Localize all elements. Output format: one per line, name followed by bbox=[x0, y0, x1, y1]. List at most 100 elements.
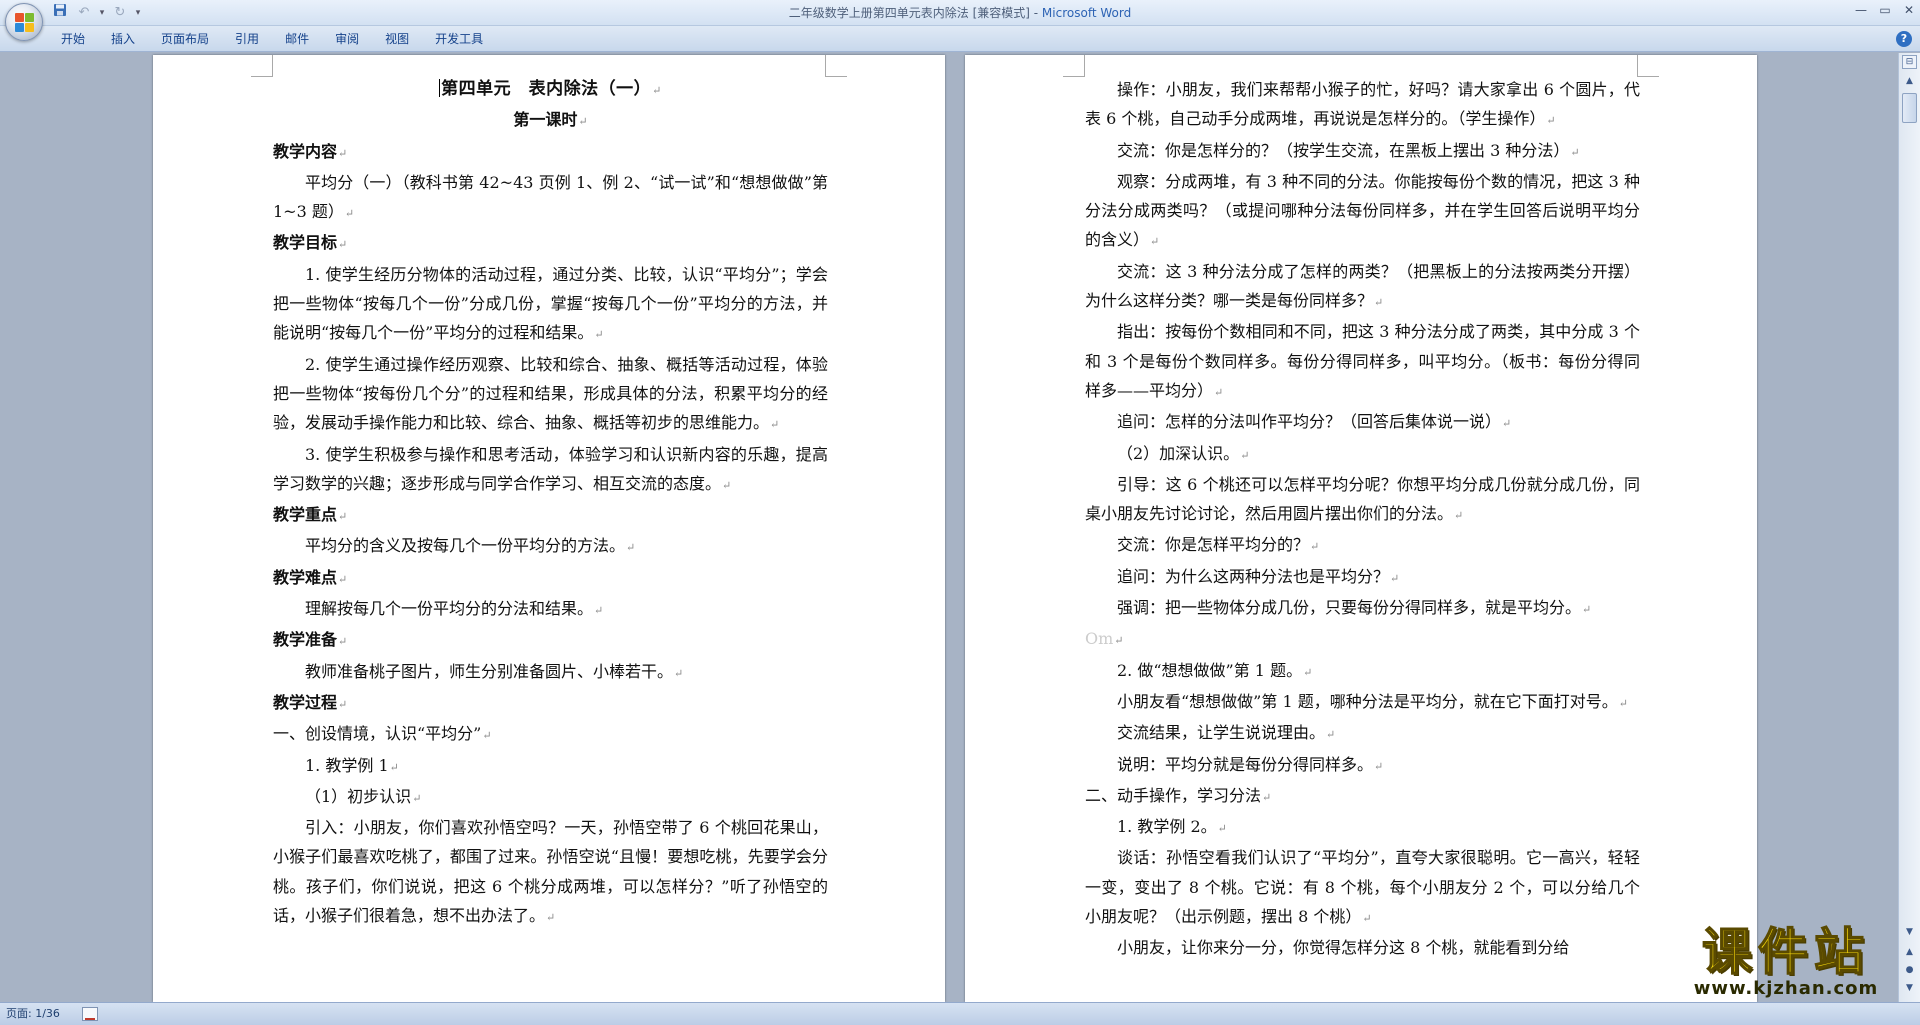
close-button[interactable]: ✕ bbox=[1902, 2, 1916, 18]
customize-qat-icon[interactable]: ▾ bbox=[134, 8, 142, 18]
document-paragraph[interactable]: 小朋友，让你来分一分，你觉得怎样分这 8 个桃，就能看到分给 bbox=[1085, 933, 1640, 962]
document-paragraph[interactable]: 一、创设情境，认识“平均分”↵ bbox=[273, 719, 828, 750]
document-paragraph[interactable]: 追问：怎样的分法叫作平均分？（回答后集体说一说）↵ bbox=[1085, 407, 1640, 438]
paragraph-mark-icon: ↵ bbox=[1570, 145, 1580, 159]
kjzhan-watermark: 课件站 www.kjzhan.com bbox=[1666, 923, 1906, 1005]
document-area[interactable]: 第四单元 表内除法（一）↵ 第一课时↵ 教学内容↵ 平均分（一）（教科书第 42~43… bbox=[0, 53, 1898, 1002]
document-paragraph[interactable]: 交流结果，让学生说说理由。↵ bbox=[1085, 718, 1640, 749]
help-icon[interactable]: ? bbox=[1896, 31, 1912, 47]
paragraph-mark-icon: ↵ bbox=[770, 418, 780, 432]
proofing-errors-icon[interactable] bbox=[82, 1007, 98, 1021]
document-paragraph[interactable]: Om↵ bbox=[1085, 624, 1640, 655]
document-paragraph[interactable]: 交流：这 3 种分法分成了怎样的两类？（把黑板上的分法按两类分开摆）为什么这样分… bbox=[1085, 257, 1640, 318]
document-paragraph[interactable]: 2. 使学生通过操作经历观察、比较和综合、抽象、概括等活动过程，体验把一些物体“… bbox=[273, 350, 828, 440]
document-paragraph[interactable]: 平均分的含义及按每几个一份平均分的方法。↵ bbox=[273, 531, 828, 562]
document-paragraph[interactable]: 引导：这 6 个桃还可以怎样平均分呢？你想平均分成几份就分成几份，同桌小朋友先讨… bbox=[1085, 470, 1640, 531]
paragraph-mark-icon: ↵ bbox=[594, 604, 604, 618]
document-paragraph[interactable]: 理解按每几个一份平均分的分法和结果。↵ bbox=[273, 594, 828, 625]
page-text-left[interactable]: 第四单元 表内除法（一）↵ 第一课时↵ 教学内容↵ 平均分（一）（教科书第 42~43… bbox=[273, 75, 828, 932]
undo-dropdown-icon[interactable]: ▾ bbox=[98, 8, 106, 18]
page-text-right[interactable]: 操作：小朋友，我们来帮帮小猴子的忙，好吗？请大家拿出 6 个圆片，代表 6 个桃… bbox=[1085, 75, 1640, 963]
document-paragraph[interactable]: 教学难点↵ bbox=[273, 563, 828, 594]
tab-mailings[interactable]: 邮件 bbox=[272, 26, 322, 52]
tab-review[interactable]: 审阅 bbox=[322, 26, 372, 52]
window-title: 二年级数学上册第四单元表内除法 [兼容模式] - Microsoft Word bbox=[0, 0, 1920, 26]
document-paragraph[interactable]: 教学内容↵ bbox=[273, 137, 828, 168]
view-ruler-icon[interactable]: ⊟ bbox=[1902, 55, 1917, 69]
tab-page-layout[interactable]: 页面布局 bbox=[148, 26, 222, 52]
document-paragraph[interactable]: （1）初步认识↵ bbox=[273, 782, 828, 813]
paragraph-mark-icon: ↵ bbox=[1217, 822, 1227, 836]
document-paragraph[interactable]: 二、动手操作，学习分法↵ bbox=[1085, 781, 1640, 812]
paragraph-text: （1）初步认识 bbox=[305, 786, 412, 806]
paragraph-text: 2. 使学生通过操作经历观察、比较和综合、抽象、概括等活动过程，体验把一些物体“… bbox=[273, 354, 828, 433]
tab-developer[interactable]: 开发工具 bbox=[422, 26, 496, 52]
undo-icon[interactable]: ↶ bbox=[74, 3, 94, 23]
paragraph-mark-icon: ↵ bbox=[1262, 790, 1272, 804]
tab-references[interactable]: 引用 bbox=[222, 26, 272, 52]
watermark-title: 课件站 bbox=[1701, 923, 1870, 981]
minimize-button[interactable]: — bbox=[1854, 2, 1868, 18]
document-page-right[interactable]: 操作：小朋友，我们来帮帮小猴子的忙，好吗？请大家拿出 6 个圆片，代表 6 个桃… bbox=[965, 55, 1757, 1002]
document-paragraph[interactable]: 平均分（一）（教科书第 42~43 页例 1、例 2、“试一试”和“想想做做”第… bbox=[273, 168, 828, 229]
paragraph-text: 引入：小朋友，你们喜欢孙悟空吗？一天，孙悟空带了 6 个桃回花果山，小猴子们最喜… bbox=[273, 818, 828, 926]
paragraph-text: 教学准备 bbox=[273, 630, 338, 650]
paragraph-mark-icon: ↵ bbox=[674, 666, 684, 680]
paragraph-text: 交流结果，让学生说说理由。 bbox=[1117, 723, 1326, 743]
scroll-thumb[interactable] bbox=[1902, 93, 1917, 123]
document-paragraph[interactable]: 交流：你是怎样分的？（按学生交流，在黑板上摆出 3 种分法）↵ bbox=[1085, 136, 1640, 167]
document-paragraph[interactable]: 谈话：孙悟空看我们认识了“平均分”，直夸大家很聪明。它一高兴，轻轻一变，变出了 … bbox=[1085, 843, 1640, 933]
document-paragraph[interactable]: （2）加深认识。↵ bbox=[1085, 439, 1640, 470]
vertical-scrollbar[interactable]: ⊟ ▲ ▼ ▲ ● ▼ bbox=[1898, 53, 1920, 1002]
scroll-up-icon[interactable]: ▲ bbox=[1902, 73, 1917, 89]
document-paragraph[interactable]: 3. 使学生积极参与操作和思考活动，体验学习和认识新内容的乐趣，提高学习数学的兴… bbox=[273, 440, 828, 501]
paragraph-mark-icon: ↵ bbox=[482, 729, 492, 743]
document-paragraph[interactable]: 教学过程↵ bbox=[273, 688, 828, 719]
office-button[interactable] bbox=[5, 3, 43, 41]
document-paragraph[interactable]: 第一课时↵ bbox=[273, 105, 828, 136]
document-paragraph[interactable]: 2. 做“想想做做”第 1 题。↵ bbox=[1085, 656, 1640, 687]
paragraph-text: 理解按每几个一份平均分的分法和结果。 bbox=[305, 599, 594, 619]
document-paragraph[interactable]: 追问：为什么这两种分法也是平均分？↵ bbox=[1085, 562, 1640, 593]
paragraph-text: 二、动手操作，学习分法 bbox=[1085, 785, 1262, 805]
quick-access-toolbar: ↶ ▾ ↻ ▾ bbox=[50, 3, 142, 23]
document-paragraph[interactable]: 第四单元 表内除法（一）↵ bbox=[273, 75, 828, 105]
save-icon[interactable] bbox=[50, 3, 70, 23]
restore-button[interactable]: ▭ bbox=[1878, 2, 1892, 18]
document-paragraph[interactable]: 1. 教学例 1↵ bbox=[273, 751, 828, 782]
paragraph-text: 教学目标 bbox=[273, 233, 338, 253]
paragraph-mark-icon: ↵ bbox=[1214, 385, 1224, 399]
document-paragraph[interactable]: 教学重点↵ bbox=[273, 500, 828, 531]
document-paragraph[interactable]: 强调：把一些物体分成几份，只要每份分得同样多，就是平均分。↵ bbox=[1085, 593, 1640, 624]
paragraph-text: 指出：按每份个数相同和不同，把这 3 种分法分成了两类，其中分成 3 个和 3 … bbox=[1085, 322, 1640, 400]
redo-icon[interactable]: ↻ bbox=[110, 3, 130, 23]
document-paragraph[interactable]: 教学准备↵ bbox=[273, 625, 828, 656]
status-bar: 页面: 1/36 bbox=[0, 1002, 1920, 1025]
tab-view[interactable]: 视图 bbox=[372, 26, 422, 52]
paragraph-mark-icon: ↵ bbox=[1240, 448, 1250, 462]
document-paragraph[interactable]: 1. 教学例 2。↵ bbox=[1085, 812, 1640, 843]
paragraph-text: 交流：你是怎样分的？（按学生交流，在黑板上摆出 3 种分法） bbox=[1117, 140, 1570, 160]
paragraph-mark-icon: ↵ bbox=[338, 146, 348, 160]
document-paragraph[interactable]: 操作：小朋友，我们来帮帮小猴子的忙，好吗？请大家拿出 6 个圆片，代表 6 个桃… bbox=[1085, 75, 1640, 136]
paragraph-mark-icon: ↵ bbox=[338, 635, 348, 649]
document-paragraph[interactable]: 指出：按每份个数相同和不同，把这 3 种分法分成了两类，其中分成 3 个和 3 … bbox=[1085, 317, 1640, 407]
page-number-indicator[interactable]: 页面: 1/36 bbox=[6, 1003, 60, 1025]
document-page-left[interactable]: 第四单元 表内除法（一）↵ 第一课时↵ 教学内容↵ 平均分（一）（教科书第 42~43… bbox=[153, 55, 945, 1002]
document-paragraph[interactable]: 引入：小朋友，你们喜欢孙悟空吗？一天，孙悟空带了 6 个桃回花果山，小猴子们最喜… bbox=[273, 813, 828, 932]
document-paragraph[interactable]: 观察：分成两堆，有 3 种不同的分法。你能按每份个数的情况，把这 3 种分法分成… bbox=[1085, 167, 1640, 257]
paragraph-mark-icon: ↵ bbox=[338, 510, 348, 524]
document-paragraph[interactable]: 小朋友看“想想做做”第 1 题，哪种分法是平均分，就在它下面打对号。↵ bbox=[1085, 687, 1640, 718]
paragraph-mark-icon: ↵ bbox=[1618, 696, 1628, 710]
tab-home[interactable]: 开始 bbox=[48, 26, 98, 52]
document-paragraph[interactable]: 1. 使学生经历分物体的活动过程，通过分类、比较，认识“平均分”；学会把一些物体… bbox=[273, 260, 828, 350]
paragraph-text: 2. 做“想想做做”第 1 题。 bbox=[1117, 660, 1303, 680]
paragraph-mark-icon: ↵ bbox=[1454, 509, 1464, 523]
document-paragraph[interactable]: 交流：你是怎样平均分的？↵ bbox=[1085, 530, 1640, 561]
document-paragraph[interactable]: 说明：平均分就是每份分得同样多。↵ bbox=[1085, 750, 1640, 781]
document-paragraph[interactable]: 教师准备桃子图片，师生分别准备圆片、小棒若干。↵ bbox=[273, 657, 828, 688]
document-paragraph[interactable]: 教学目标↵ bbox=[273, 228, 828, 259]
tab-insert[interactable]: 插入 bbox=[98, 26, 148, 52]
paragraph-text: 追问：为什么这两种分法也是平均分？ bbox=[1117, 566, 1390, 586]
text-cursor bbox=[439, 79, 441, 97]
